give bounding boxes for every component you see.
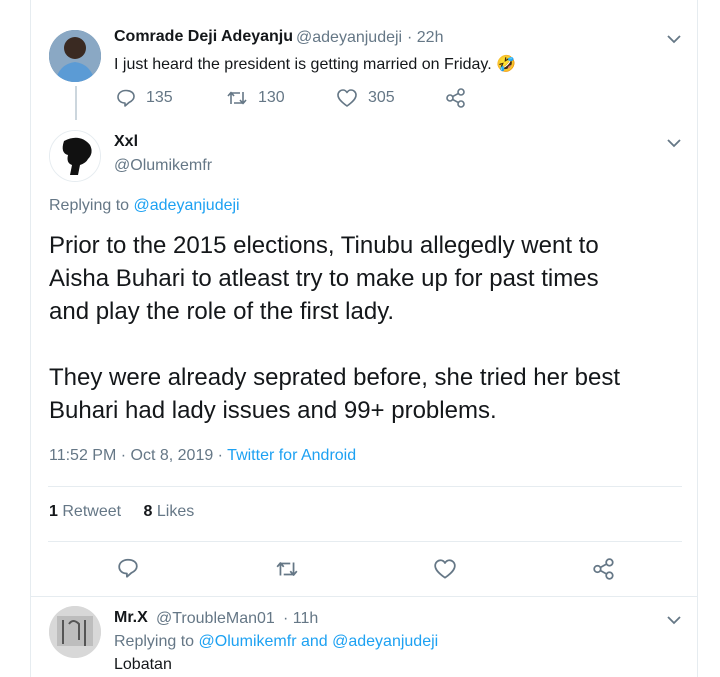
author-name[interactable]: Xxl bbox=[114, 133, 138, 151]
chevron-down-icon[interactable] bbox=[665, 611, 683, 629]
likes-stat[interactable]: 8 Likes bbox=[144, 503, 195, 520]
tweet-text: I just heard the president is getting ma… bbox=[114, 56, 517, 73]
reply-icon bbox=[118, 558, 138, 578]
tweet-text: Lobatan bbox=[114, 656, 172, 673]
like-icon bbox=[434, 559, 456, 579]
stats-row: 1 Retweet 8 Likes bbox=[49, 503, 194, 521]
tweet-line: They were already seprated before, she t… bbox=[49, 364, 620, 391]
tweet-text: Prior to the 2015 elections, Tinubu alle… bbox=[49, 229, 620, 427]
tweet-source-link[interactable]: Twitter for Android bbox=[227, 447, 356, 464]
retweet-button[interactable] bbox=[275, 558, 299, 580]
reply-icon bbox=[117, 89, 135, 107]
share-icon bbox=[593, 558, 614, 580]
like-icon bbox=[337, 89, 357, 107]
replying-to: Replying to @Olumikemfr and @adeyanjudej… bbox=[114, 633, 439, 650]
author-name[interactable]: Comrade Deji Adeyanju bbox=[114, 28, 293, 46]
rofl-emoji: 🤣 bbox=[496, 56, 517, 73]
chevron-down-icon[interactable] bbox=[665, 30, 683, 48]
chevron-down-icon[interactable] bbox=[665, 134, 683, 152]
replying-to: Replying to @adeyanjudeji bbox=[49, 197, 240, 214]
retweet-icon bbox=[227, 91, 247, 105]
like-count: 305 bbox=[368, 89, 395, 106]
author-handle[interactable]: @adeyanjudeji bbox=[296, 29, 402, 47]
author-name[interactable]: Mr.X bbox=[114, 609, 148, 627]
divider bbox=[30, 596, 698, 597]
tweet-line: and play the role of the first lady. bbox=[49, 298, 395, 325]
avatar[interactable] bbox=[49, 606, 101, 658]
divider bbox=[48, 541, 682, 542]
tweet-time[interactable]: · 11h bbox=[283, 610, 318, 628]
tweet-time[interactable]: · 22h bbox=[407, 29, 443, 47]
replying-to-link[interactable]: @Olumikemfr and @adeyanjudeji bbox=[199, 633, 439, 650]
reply-button[interactable]: 135 bbox=[116, 88, 173, 108]
author-handle[interactable]: @TroubleMan01 bbox=[156, 610, 275, 628]
tweet-line: Prior to the 2015 elections, Tinubu alle… bbox=[49, 232, 599, 259]
avatar[interactable] bbox=[49, 30, 101, 82]
author-handle[interactable]: @Olumikemfr bbox=[114, 157, 212, 175]
tweet-line: Aisha Buhari to atleast try to make up f… bbox=[49, 265, 599, 292]
retweet-count: 130 bbox=[258, 89, 285, 106]
reply-count: 135 bbox=[146, 89, 173, 106]
retweet-icon bbox=[276, 562, 298, 576]
thread-connector bbox=[75, 86, 77, 120]
avatar[interactable] bbox=[49, 130, 101, 182]
divider bbox=[48, 486, 682, 487]
retweets-stat[interactable]: 1 Retweet bbox=[49, 503, 126, 520]
like-button[interactable]: 305 bbox=[336, 88, 395, 108]
retweet-button[interactable]: 130 bbox=[226, 88, 285, 108]
tweet-timestamp: 11:52 PM · Oct 8, 2019 · Twitter for And… bbox=[49, 447, 357, 464]
share-icon[interactable] bbox=[445, 87, 467, 109]
tweet-line: Buhari had lady issues and 99+ problems. bbox=[49, 397, 497, 424]
reply-button[interactable] bbox=[117, 557, 139, 579]
replying-to-link[interactable]: @adeyanjudeji bbox=[134, 197, 240, 214]
like-button[interactable] bbox=[433, 558, 457, 580]
share-button[interactable] bbox=[592, 557, 616, 581]
